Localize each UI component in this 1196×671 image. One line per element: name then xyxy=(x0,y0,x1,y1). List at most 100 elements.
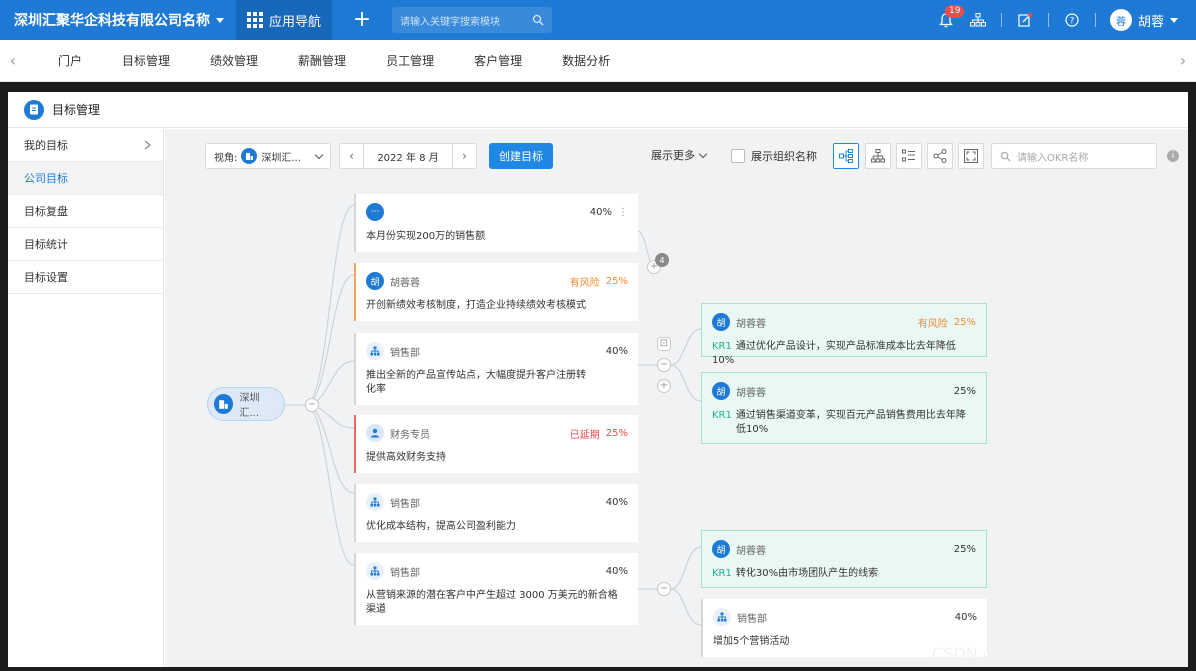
objective-title: 开创新绩效考核制度，打造企业持续绩效考核模式 xyxy=(366,300,586,311)
sidebar-item-my-goals[interactable]: 我的目标 xyxy=(8,129,163,162)
key-result-card[interactable]: 胡 胡蓉蓉 25% KR1 通过销售渠道变革，实现百元产品销售费用比去年降 低10… xyxy=(701,372,987,444)
kr-tag: KR1 xyxy=(712,568,732,579)
svg-text:?: ? xyxy=(1070,17,1075,27)
objective-status: 已延期 xyxy=(569,429,600,441)
objective-title-cont: 渠道 xyxy=(366,604,386,615)
menu-scroll-left-icon[interactable]: ‹ xyxy=(0,51,26,70)
edit-icon xyxy=(1018,13,1032,27)
menu-scroll-right-icon[interactable]: › xyxy=(1170,51,1196,70)
app-nav-button[interactable]: 应用导航 xyxy=(236,0,332,40)
department-icon xyxy=(366,562,384,580)
kr-tag: KR1 xyxy=(712,341,732,352)
objective-title: 本月份实现200万的销售额 xyxy=(366,231,486,242)
objective-card[interactable]: 销售部 40% 推出全新的产品宣传站点，大幅度提升客户注册转 化率 xyxy=(354,333,638,405)
objective-title: 提供高效财务支持 xyxy=(366,452,446,463)
kr-text: 转化30%由市场团队产生的线索 xyxy=(735,568,879,579)
objective-owner: 销售部 xyxy=(390,347,420,359)
objective-card[interactable]: 财务专员 已延期 25% 提供高效财务支持 xyxy=(354,415,638,473)
department-icon xyxy=(713,608,731,626)
search-icon xyxy=(532,14,544,26)
main-menu: ‹ 门户 目标管理 绩效管理 薪酬管理 员工管理 客户管理 数据分析 › xyxy=(0,40,1196,82)
sidebar-item-company-goals[interactable]: 公司目标 xyxy=(8,162,163,195)
copy-icon[interactable]: ⊡ xyxy=(657,337,671,351)
tree-connectors xyxy=(285,204,702,626)
collapse-toggle[interactable]: − xyxy=(657,358,671,372)
user-name: 胡蓉 xyxy=(1137,14,1164,30)
menu-item-portal[interactable]: 门户 xyxy=(44,52,96,69)
objective-card[interactable]: 胡 胡蓉蓉 有风险 25% 开创新绩效考核制度，打造企业持续绩效考核模式 xyxy=(354,263,638,321)
menu-item-analytics[interactable]: 数据分析 xyxy=(548,52,624,69)
collapsed-count-badge: 4 xyxy=(655,253,669,267)
menu-item-customers[interactable]: 客户管理 xyxy=(460,52,536,69)
app-nav-label: 应用导航 xyxy=(268,14,321,30)
objective-card[interactable]: 销售部 40% 优化成本结构，提高公司盈利能力 xyxy=(354,484,638,542)
sidebar-item-label: 目标设置 xyxy=(24,271,68,284)
sidebar-item-goal-review[interactable]: 目标复盘 xyxy=(8,195,163,228)
objective-card[interactable]: ··· 40% ⋮ 本月份实现200万的销售额 xyxy=(354,194,638,252)
root-org-label: 深圳汇... xyxy=(239,393,260,419)
key-result-card[interactable]: 胡 胡蓉蓉 25% KR1 转化30%由市场团队产生的线索 xyxy=(701,530,987,588)
org-chart-icon xyxy=(969,13,986,27)
page-title: 目标管理 xyxy=(52,103,101,117)
divider xyxy=(1000,13,1002,27)
objective-progress: 40% xyxy=(605,565,628,577)
menu-item-goals[interactable]: 目标管理 xyxy=(108,52,184,69)
company-switcher[interactable]: 深圳汇聚华企科技有限公司名称 xyxy=(0,10,236,30)
menu-item-employees[interactable]: 员工管理 xyxy=(372,52,448,69)
module-search-placeholder: 请输入关键字搜索模块 xyxy=(400,16,500,28)
objective-progress: 40% xyxy=(605,496,628,508)
objective-progress: 40% xyxy=(954,611,977,623)
objective-status: 有风险 xyxy=(569,277,600,289)
key-result-card[interactable]: 胡 胡蓉蓉 有风险 25% KR1 通过优化产品设计，实现产品标准成本比去年降低1… xyxy=(701,303,987,366)
objective-owner: 销售部 xyxy=(737,613,767,625)
objective-card[interactable]: 销售部 40% 从营销来源的潜在客户中产生超过 3000 万美元的新合格 渠道 xyxy=(354,553,638,625)
more-vertical-icon[interactable]: ⋮ xyxy=(618,207,628,218)
notification-button[interactable]: 19 xyxy=(937,5,965,29)
grid-icon xyxy=(246,12,263,28)
divider xyxy=(1094,13,1096,27)
kr-progress: 25% xyxy=(953,385,976,397)
collapse-root-toggle[interactable]: − xyxy=(305,398,319,412)
sidebar-item-label: 我的目标 xyxy=(24,139,68,152)
menu-item-performance[interactable]: 绩效管理 xyxy=(196,52,272,69)
add-kr-toggle[interactable]: + xyxy=(657,379,671,393)
objective-owner: 销售部 xyxy=(390,567,420,579)
add-button[interactable]: + xyxy=(342,0,382,40)
document-icon xyxy=(24,99,44,120)
user-avatar: 胡 xyxy=(712,313,730,331)
objective-title: 从营销来源的潜在客户中产生超过 3000 万美元的新合格 xyxy=(366,590,618,601)
objective-progress: 40% xyxy=(589,206,612,218)
user-menu[interactable]: 蓉 胡蓉 xyxy=(1109,9,1178,31)
collapse-toggle[interactable]: − xyxy=(657,582,671,596)
kr-text-cont: 低10% xyxy=(736,424,769,435)
kr-owner: 胡蓉蓉 xyxy=(736,545,766,557)
menu-item-salary[interactable]: 薪酬管理 xyxy=(284,52,360,69)
company-name: 深圳汇聚华企科技有限公司名称 xyxy=(14,13,210,29)
sidebar-item-goal-stats[interactable]: 目标统计 xyxy=(8,228,163,261)
edit-button[interactable] xyxy=(1016,11,1034,29)
sidebar-item-label: 目标统计 xyxy=(24,238,68,251)
sidebar-item-label: 目标复盘 xyxy=(24,205,68,218)
objective-owner: 财务专员 xyxy=(390,429,430,441)
kr-owner: 胡蓉蓉 xyxy=(736,318,766,330)
user-avatar: 胡 xyxy=(366,272,384,290)
department-icon xyxy=(366,493,384,511)
module-search-input[interactable]: 请输入关键字搜索模块 xyxy=(392,7,552,33)
objective-owner: 胡蓉蓉 xyxy=(390,277,420,289)
org-chart-button[interactable] xyxy=(969,11,987,29)
objective-progress: 25% xyxy=(605,427,628,439)
objective-progress: 25% xyxy=(605,275,628,287)
kr-progress: 25% xyxy=(953,543,976,555)
user-avatar: 胡 xyxy=(712,382,730,400)
page-header: 目标管理 xyxy=(8,92,1188,128)
sidebar-item-goal-settings[interactable]: 目标设置 xyxy=(8,261,163,294)
objective-title-cont: 化率 xyxy=(366,384,386,395)
help-button[interactable]: ? xyxy=(1063,11,1081,29)
person-icon xyxy=(366,424,384,442)
kr-tag: KR1 xyxy=(712,410,732,421)
root-org-node[interactable]: 深圳汇... xyxy=(207,387,285,421)
kr-progress: 25% xyxy=(953,316,976,328)
objective-owner: 销售部 xyxy=(390,498,420,510)
goal-tree-canvas: 视角: 深圳汇... ‹ 2022 年 8 月 › 创建目标 展示更多 展示组织… xyxy=(165,129,1188,667)
watermark: CSDN @Teamface~企典软件 xyxy=(932,644,1153,663)
